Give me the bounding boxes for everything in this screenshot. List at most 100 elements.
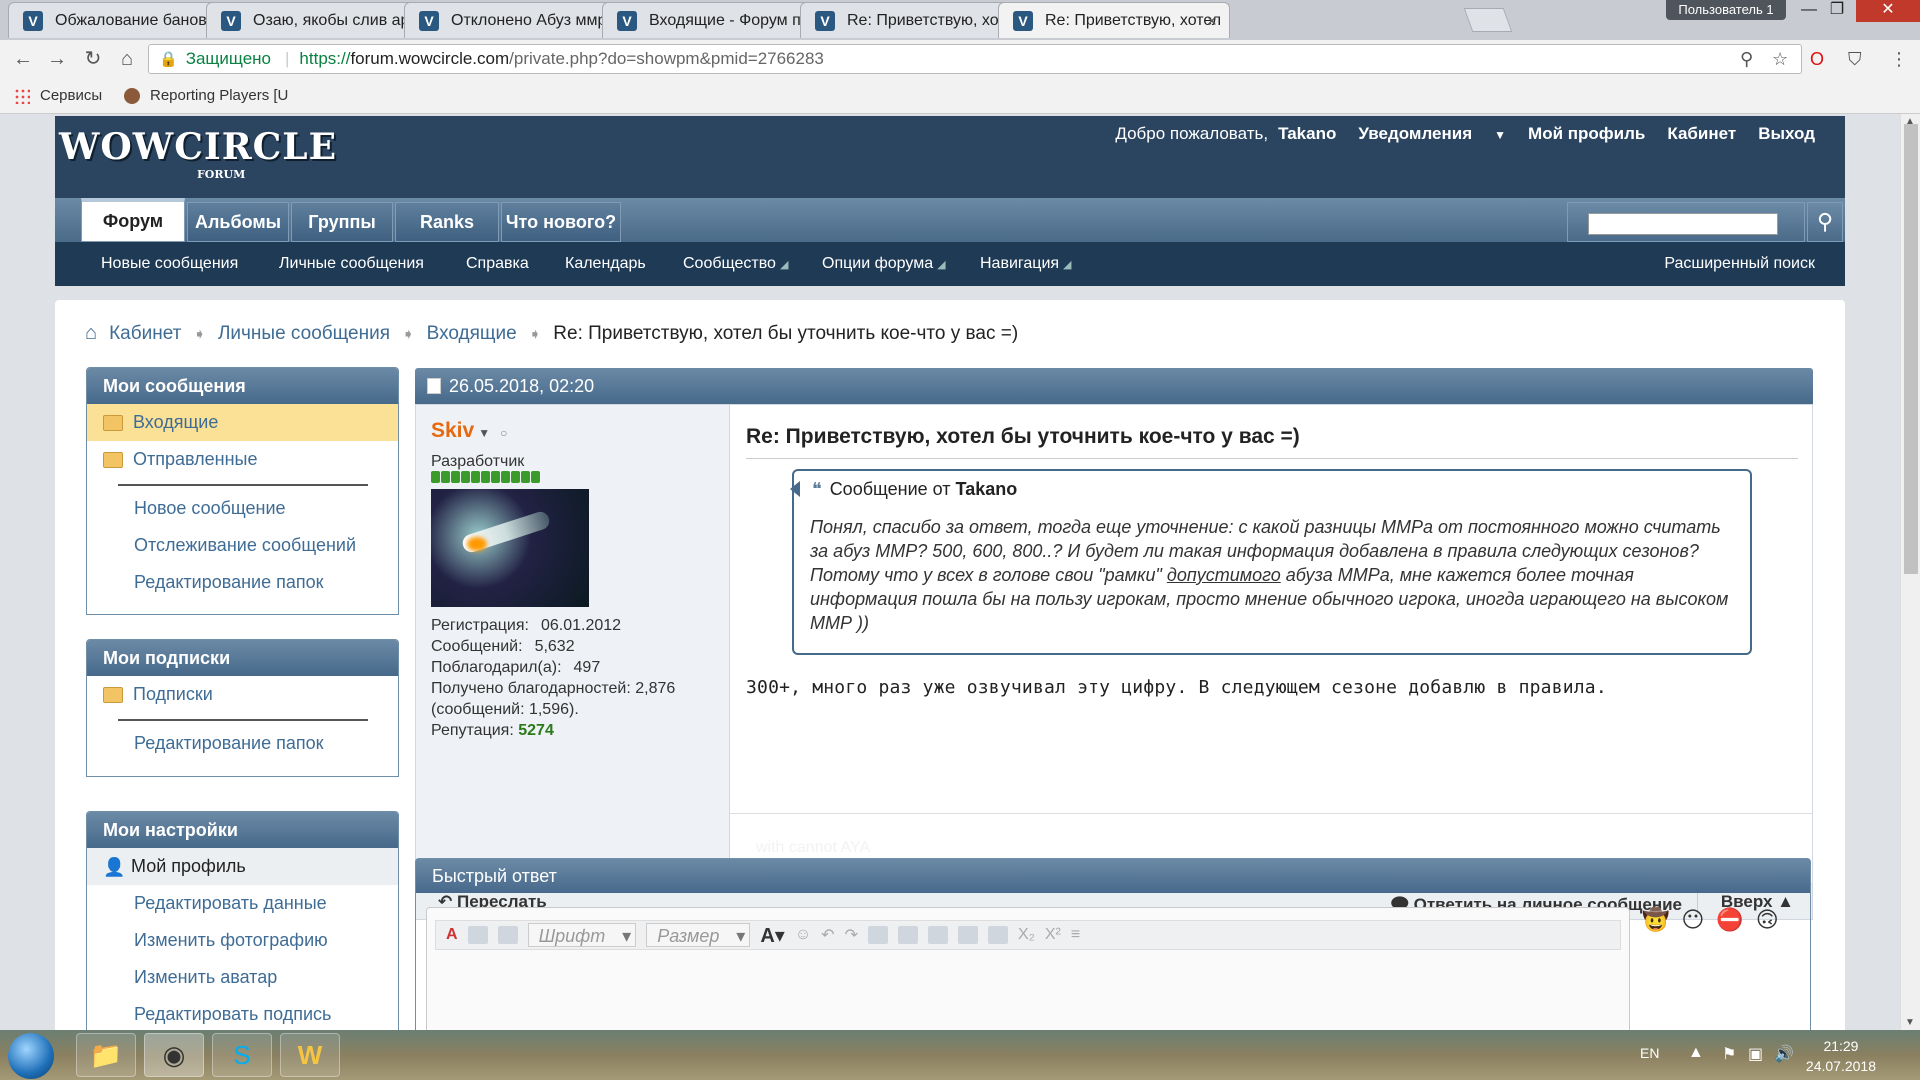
content-area: ⌂ Кабинет ➧ Личные сообщения ➧ Входящие … [55, 300, 1845, 1030]
wow-icon[interactable]: W [280, 1033, 340, 1077]
subnav-private-messages[interactable]: Личные сообщения [279, 255, 424, 273]
home-icon[interactable]: ⌂ [114, 46, 140, 72]
sidebar-item-my-profile[interactable]: 👤 Мой профиль [87, 848, 398, 885]
tab-whats-new[interactable]: Что нового? [501, 202, 621, 242]
sidebar-item-edit-signature[interactable]: Редактировать подпись [87, 996, 398, 1030]
smiley-hat-icon[interactable]: 🤠 [1642, 907, 1669, 933]
tab-ranks[interactable]: Ranks [395, 202, 499, 242]
shield-extension-icon[interactable]: ⛉ [1848, 49, 1862, 70]
sidebar-item-tracking[interactable]: Отслеживание сообщений [87, 527, 398, 564]
reply-editor[interactable]: A Шрифт Размер A▾ ☺ ↶ ↷ X₂ X² ≡ [426, 907, 1630, 1030]
sidebar-item-sent[interactable]: Отправленные [87, 441, 398, 478]
sidebar-item-new-message[interactable]: Новое сообщение [87, 490, 398, 527]
breadcrumb-inbox[interactable]: Входящие [427, 323, 517, 345]
tab-albums[interactable]: Альбомы [187, 202, 289, 242]
tab-forum[interactable]: Форум [81, 198, 185, 242]
user-stats: Регистрация: 06.01.2012 Сообщений: 5,632 П… [431, 615, 721, 741]
bookmark-reporting[interactable]: Reporting Players [U [124, 87, 288, 104]
subnav-navigation-label: Навигация [980, 255, 1060, 272]
insert-col-icon[interactable] [957, 926, 978, 944]
tray-expand-icon[interactable]: ▲ [1688, 1044, 1704, 1062]
advanced-search-link[interactable]: Расширенный поиск [1664, 255, 1815, 273]
breadcrumb-cabinet[interactable]: Кабинет [109, 323, 181, 345]
font-color-icon[interactable]: A▾ [760, 923, 784, 948]
browser-tab-active[interactable]: V Re: Приветствую, хотел × [998, 2, 1230, 38]
hr-icon[interactable]: ≡ [1071, 926, 1080, 944]
back-icon[interactable]: ← [10, 46, 36, 72]
profile-badge[interactable]: Пользователь 1 [1666, 0, 1786, 20]
author-name[interactable]: Skiv ▼ ○ [431, 419, 507, 443]
redo-icon[interactable]: ↷ [845, 925, 858, 945]
subnav-help[interactable]: Справка [466, 255, 529, 273]
sidebar-item-edit-folders[interactable]: Редактирование папок [87, 725, 398, 762]
table-icon[interactable] [867, 926, 888, 944]
subnav-new-posts[interactable]: Новые сообщения [101, 255, 238, 273]
avatar[interactable] [431, 489, 589, 607]
scroll-down-icon[interactable]: ▼ [1905, 1017, 1915, 1028]
quote-author[interactable]: Takano [956, 479, 1018, 499]
bookmark-favicon-icon [124, 87, 140, 104]
tab-groups[interactable]: Группы [291, 202, 393, 242]
smiley-face-icon[interactable]: 😶 [1681, 907, 1704, 933]
smiley-sketch-icon[interactable]: 🙃 [1756, 907, 1779, 933]
search-icon[interactable]: ⚲ [1807, 202, 1843, 242]
skype-icon[interactable]: S [212, 1033, 272, 1077]
subnav-calendar[interactable]: Календарь [565, 255, 646, 273]
zoom-icon[interactable]: ⚲ [1740, 49, 1753, 70]
smiley-icon[interactable]: ☺ [795, 926, 811, 944]
start-button[interactable] [8, 1033, 54, 1079]
paste-icon[interactable] [497, 926, 518, 944]
home-icon[interactable]: ⌂ [85, 322, 97, 345]
close-window-icon[interactable]: ✕ [1856, 0, 1920, 22]
profile-link[interactable]: Мой профиль [1528, 124, 1645, 144]
url-bar[interactable]: 🔒 Защищено | https://forum.wowcircle.com… [148, 44, 1802, 74]
sidebar-item-change-photo[interactable]: Изменить фотографию [87, 922, 398, 959]
sidebar-item-change-avatar[interactable]: Изменить аватар [87, 959, 398, 996]
forward-icon[interactable]: → [44, 46, 70, 72]
site-logo[interactable]: WOWCIRCLE [59, 126, 337, 168]
breadcrumb-private-messages[interactable]: Личные сообщения [218, 323, 390, 345]
opera-extension-icon[interactable]: O [1810, 49, 1824, 70]
maximize-icon[interactable]: ❐ [1814, 0, 1860, 22]
scrollbar-thumb[interactable] [1904, 124, 1918, 574]
page-scrollbar[interactable]: ▲ ▼ [1900, 114, 1920, 1030]
close-tab-icon[interactable]: × [1206, 11, 1217, 32]
menu-icon[interactable]: ⋮ [1890, 49, 1908, 70]
sidebar-item-inbox[interactable]: Входящие [87, 404, 398, 441]
volume-icon[interactable]: 🔊 [1774, 1044, 1794, 1064]
undo-icon[interactable]: ↶ [821, 925, 834, 945]
subnav-community-label: Сообщество [683, 255, 776, 272]
explorer-icon[interactable]: 📁 [76, 1033, 136, 1077]
bookmark-star-icon[interactable]: ☆ [1772, 49, 1788, 70]
reload-icon[interactable]: ↻ [80, 46, 106, 72]
insert-row-icon[interactable] [897, 926, 918, 944]
sidebar-item-subscriptions[interactable]: Подписки [87, 676, 398, 713]
subscript-icon[interactable]: X₂ [1018, 926, 1035, 944]
subnav-navigation[interactable]: Навигация ◢ [980, 255, 1072, 273]
delete-col-icon[interactable] [987, 926, 1008, 944]
username-link[interactable]: Takano [1278, 124, 1336, 144]
sidebar-item-edit-data[interactable]: Редактировать данные [87, 885, 398, 922]
smiley-banned-icon[interactable]: ⛔ [1716, 907, 1743, 933]
notifications-link[interactable]: Уведомления ▼ [1358, 124, 1506, 144]
sidebar-item-edit-folders[interactable]: Редактирование папок [87, 564, 398, 601]
subnav-community[interactable]: Сообщество ◢ [683, 255, 788, 273]
bookmark-services[interactable]: Сервисы [14, 87, 102, 104]
size-select[interactable]: Размер [646, 923, 751, 947]
superscript-icon[interactable]: X² [1045, 926, 1061, 944]
remove-format-icon[interactable]: A [446, 926, 458, 944]
subnav-forum-options[interactable]: Опции форума ◢ [822, 255, 946, 273]
flag-icon[interactable]: ⚑ [1722, 1044, 1736, 1064]
delete-row-icon[interactable] [927, 926, 948, 944]
network-icon[interactable]: ▣ [1748, 1044, 1763, 1064]
chrome-icon[interactable]: ◉ [144, 1033, 204, 1077]
new-tab-button[interactable] [1463, 8, 1513, 32]
clock[interactable]: 21:29 24.07.2018 [1806, 1036, 1876, 1076]
search-input[interactable] [1588, 213, 1778, 235]
language-indicator[interactable]: EN [1640, 1045, 1659, 1061]
forum-favicon-icon: V [617, 11, 637, 31]
cabinet-link[interactable]: Кабинет [1667, 124, 1736, 144]
logout-link[interactable]: Выход [1758, 124, 1815, 144]
copy-icon[interactable] [467, 926, 488, 944]
font-select[interactable]: Шрифт [527, 923, 637, 947]
